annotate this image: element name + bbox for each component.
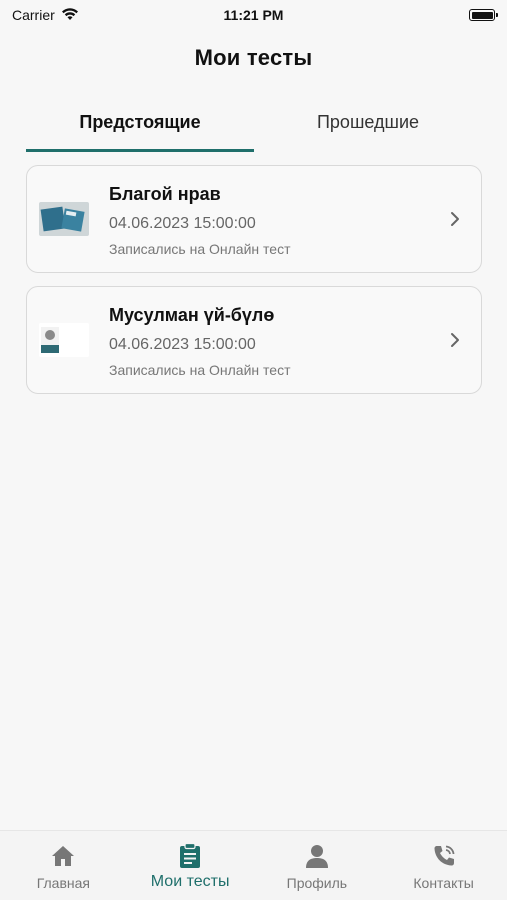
clipboard-icon bbox=[177, 843, 203, 869]
test-card[interactable]: Благой нрав 04.06.2023 15:00:00 Записали… bbox=[26, 165, 482, 273]
nav-profile[interactable]: Профиль bbox=[254, 831, 381, 900]
phone-icon bbox=[431, 843, 457, 869]
status-time: 11:21 PM bbox=[223, 7, 284, 23]
test-card[interactable]: Мусулман үй-бүлө 04.06.2023 15:00:00 Зап… bbox=[26, 286, 482, 394]
status-left: Carrier bbox=[12, 7, 79, 24]
test-thumbnail bbox=[39, 202, 89, 236]
test-date: 04.06.2023 15:00:00 bbox=[109, 215, 256, 232]
test-status: Записались на Онлайн тест bbox=[109, 241, 291, 257]
battery-fill bbox=[471, 11, 493, 19]
tab-bar: Предстоящие Прошедшие bbox=[26, 100, 482, 152]
chevron-right-icon bbox=[451, 212, 459, 226]
battery-icon bbox=[469, 9, 498, 21]
test-card-text: Благой нрав 04.06.2023 15:00:00 Записали… bbox=[109, 184, 290, 257]
wifi-icon bbox=[61, 7, 79, 24]
nav-contacts[interactable]: Контакты bbox=[380, 831, 507, 900]
nav-contacts-label: Контакты bbox=[413, 875, 474, 891]
nav-home[interactable]: Главная bbox=[0, 831, 127, 900]
tab-past-label: Прошедшие bbox=[316, 112, 420, 132]
user-icon bbox=[304, 843, 330, 869]
nav-my-tests[interactable]: Мои тесты bbox=[127, 831, 254, 900]
tab-upcoming[interactable]: Предстоящие bbox=[26, 100, 254, 152]
test-date: 04.06.2023 15:00:00 bbox=[109, 336, 256, 353]
bottom-nav: Главная Мои тесты Профиль Контакты bbox=[0, 830, 507, 900]
status-bar: Carrier 11:21 PM bbox=[0, 0, 507, 30]
home-icon bbox=[50, 843, 76, 869]
chevron-right-icon bbox=[451, 333, 459, 347]
test-title: Мусулман үй-бүлө bbox=[109, 305, 275, 325]
tab-upcoming-label: Предстоящие bbox=[79, 112, 201, 132]
nav-home-label: Главная bbox=[36, 875, 91, 891]
tab-active-indicator bbox=[26, 149, 254, 152]
carrier-label: Carrier bbox=[12, 7, 55, 23]
nav-profile-label: Профиль bbox=[286, 875, 348, 891]
page-title: Мои тесты bbox=[194, 45, 313, 70]
test-thumbnail bbox=[39, 323, 89, 357]
test-title: Благой нрав bbox=[109, 184, 221, 204]
test-status: Записались на Онлайн тест bbox=[109, 362, 291, 378]
nav-my-tests-label: Мои тесты bbox=[150, 873, 230, 890]
test-card-text: Мусулман үй-бүлө 04.06.2023 15:00:00 Зап… bbox=[109, 305, 290, 378]
tab-past[interactable]: Прошедшие bbox=[254, 100, 482, 152]
